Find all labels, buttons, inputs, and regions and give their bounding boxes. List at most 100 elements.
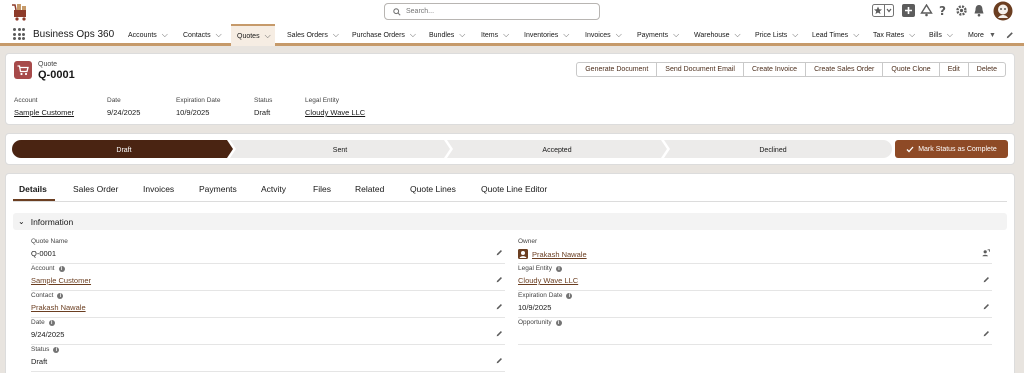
chevron-down-icon[interactable]: ⌵ — [333, 30, 339, 40]
field-value: Q-0001 — [31, 249, 57, 258]
nav-item-warehouse[interactable]: Warehouse ⌵ — [694, 24, 741, 46]
chevron-down-icon[interactable]: ⌵ — [216, 30, 222, 40]
nav-item-tax-rates[interactable]: Tax Rates ⌵ — [873, 24, 915, 46]
pencil-edit-icon[interactable] — [983, 303, 990, 310]
nav-item-payments[interactable]: Payments ⌵ — [637, 24, 679, 46]
tab-files[interactable]: Files — [313, 184, 331, 194]
pencil-edit-icon[interactable] — [983, 330, 990, 337]
change-owner-icon[interactable] — [982, 249, 990, 257]
nav-item-accounts[interactable]: Accounts ⌵ — [128, 24, 168, 46]
nav-item-contacts[interactable]: Contacts ⌵ — [183, 24, 222, 46]
chevron-down-icon[interactable]: ⌵ — [792, 30, 798, 40]
gear-icon[interactable] — [955, 4, 968, 17]
chevron-down-icon[interactable]: ⌵ — [616, 30, 622, 40]
info-icon[interactable]: i — [48, 319, 55, 326]
delete-button[interactable]: Delete — [967, 62, 1006, 77]
field-label: Account — [31, 265, 55, 272]
create-sales-order-button[interactable]: Create Sales Order — [805, 62, 884, 77]
nav-more-menu[interactable]: More ▼ — [968, 24, 996, 46]
tab-sales-order[interactable]: Sales Order — [73, 184, 118, 194]
highlight-account-link[interactable]: Sample Customer — [14, 108, 74, 117]
app-name: Business Ops 360 — [33, 29, 115, 40]
notifications-bell-icon[interactable] — [973, 4, 985, 17]
highlight-legal-entity-link[interactable]: Cloudy Wave LLC — [305, 108, 365, 117]
tab-payments[interactable]: Payments — [199, 184, 237, 194]
nav-item-invoices[interactable]: Invoices ⌵ — [585, 24, 622, 46]
tab-quote-line-editor[interactable]: Quote Line Editor — [481, 184, 547, 194]
chevron-down-icon[interactable]: ⌵ — [853, 30, 859, 40]
path-stage-declined[interactable]: Declined — [664, 140, 892, 158]
user-avatar[interactable] — [993, 1, 1013, 21]
edit-nav-pencil-icon[interactable] — [1006, 24, 1014, 46]
nav-more-label: More — [968, 31, 984, 39]
app-logo-icon[interactable] — [10, 2, 34, 22]
info-icon[interactable]: i — [566, 292, 573, 299]
nav-item-bills[interactable]: Bills ⌵ — [929, 24, 953, 46]
search-placeholder: Search... — [406, 8, 435, 15]
pencil-edit-icon[interactable] — [496, 330, 503, 337]
pencil-edit-icon[interactable] — [496, 357, 503, 364]
nav-item-label: Items — [481, 31, 499, 39]
record-action-buttons: Generate Document Send Document Email Cr… — [576, 62, 1006, 77]
info-icon[interactable]: i — [555, 319, 562, 326]
highlight-expiration-date: Expiration Date 10/9/2025 — [176, 97, 220, 117]
info-icon[interactable]: i — [53, 346, 60, 353]
field-account-link[interactable]: Sample Customer — [31, 276, 505, 285]
nav-item-items[interactable]: Items ⌵ — [481, 24, 509, 46]
favorites-icon[interactable] — [872, 4, 894, 17]
nav-item-label: Bills — [929, 31, 942, 39]
tab-related[interactable]: Related — [355, 184, 384, 194]
field-owner-link[interactable]: Prakash Nawale — [532, 250, 587, 259]
info-icon[interactable]: i — [57, 292, 64, 299]
mark-status-complete-button[interactable]: Mark Status as Complete — [895, 140, 1008, 158]
pencil-edit-icon[interactable] — [496, 303, 503, 310]
chevron-down-icon[interactable]: ⌵ — [162, 30, 168, 40]
setup-assistant-icon[interactable] — [920, 4, 933, 17]
nav-item-sales-orders[interactable]: Sales Orders ⌵ — [287, 24, 339, 46]
nav-item-inventories[interactable]: Inventories ⌵ — [524, 24, 569, 46]
info-icon[interactable]: i — [555, 265, 562, 272]
create-invoice-button[interactable]: Create Invoice — [742, 62, 807, 77]
nav-item-bundles[interactable]: Bundles ⌵ — [429, 24, 465, 46]
highlight-label: Legal Entity — [305, 97, 339, 104]
send-document-email-button[interactable]: Send Document Email — [656, 62, 744, 77]
chevron-down-icon[interactable]: ⌵ — [563, 30, 569, 40]
field-contact-link[interactable]: Prakash Nawale — [31, 303, 505, 312]
chevron-down-icon[interactable]: ⌵ — [265, 31, 271, 41]
section-title: Information — [30, 216, 74, 227]
add-icon[interactable] — [902, 4, 915, 17]
field-label-row: Account i — [31, 265, 505, 272]
generate-document-button[interactable]: Generate Document — [576, 62, 658, 77]
section-information-header[interactable]: ⌄ Information — [13, 213, 1007, 230]
nav-item-price-lists[interactable]: Price Lists ⌵ — [755, 24, 798, 46]
info-icon[interactable]: i — [58, 265, 65, 272]
path-stage-sent[interactable]: Sent — [230, 140, 450, 158]
tab-activity[interactable]: Actvity — [261, 184, 286, 194]
tab-invoices[interactable]: Invoices — [143, 184, 174, 194]
nav-item-purchase-orders[interactable]: Purchase Orders ⌵ — [352, 24, 416, 46]
edit-button[interactable]: Edit — [938, 62, 969, 77]
path-stage-draft[interactable]: Draft — [12, 140, 233, 158]
pencil-edit-icon[interactable] — [496, 276, 503, 283]
pencil-edit-icon[interactable] — [496, 249, 503, 256]
app-launcher-icon[interactable] — [13, 28, 25, 40]
path-stage-accepted[interactable]: Accepted — [447, 140, 667, 158]
chevron-down-icon[interactable]: ⌵ — [909, 30, 915, 40]
nav-item-quotes[interactable]: Quotes ⌵ — [231, 24, 275, 46]
field-contact: Contact i Prakash Nawale — [31, 292, 505, 318]
tab-details[interactable]: Details — [19, 184, 47, 194]
tab-quote-lines[interactable]: Quote Lines — [410, 184, 456, 194]
nav-item-lead-times[interactable]: Lead Times ⌵ — [812, 24, 859, 46]
global-search-input[interactable]: Search... — [384, 3, 600, 20]
chevron-down-icon[interactable]: ⌵ — [503, 30, 509, 40]
pencil-edit-icon[interactable] — [983, 276, 990, 283]
help-icon[interactable]: ? — [938, 4, 949, 17]
chevron-down-icon[interactable]: ⌵ — [735, 30, 741, 40]
chevron-down-icon[interactable]: ⌵ — [459, 30, 465, 40]
chevron-down-icon[interactable]: ⌵ — [410, 30, 416, 40]
nav-item-label: Contacts — [183, 31, 211, 39]
chevron-down-icon[interactable]: ⌵ — [947, 30, 953, 40]
chevron-down-icon[interactable]: ⌵ — [673, 30, 679, 40]
quote-clone-button[interactable]: Quote Clone — [882, 62, 940, 77]
field-legal-entity-link[interactable]: Cloudy Wave LLC — [518, 276, 992, 285]
